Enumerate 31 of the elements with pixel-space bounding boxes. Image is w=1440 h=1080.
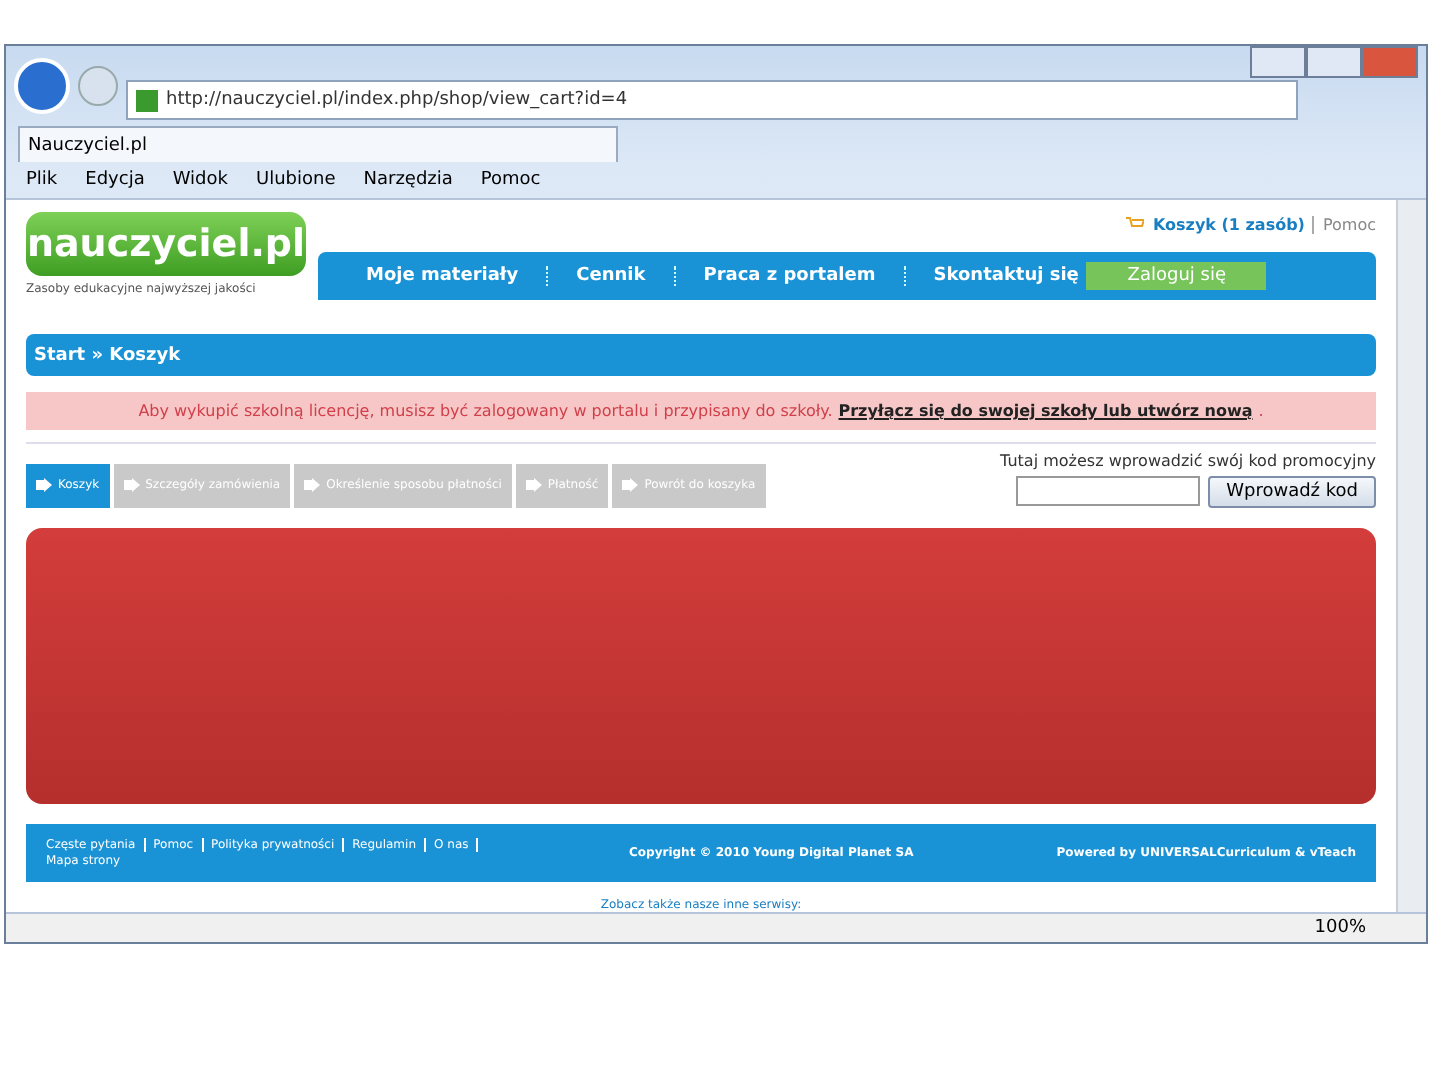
nav-link[interactable]: Skontaktuj się (905, 266, 1087, 286)
login-button[interactable]: Zaloguj się (1086, 262, 1267, 290)
arrow-icon (622, 478, 639, 493)
promo-label: Tutaj możesz wprowadzić swój kod promocyjny (1000, 451, 1376, 470)
menu-item[interactable]: Plik (26, 170, 58, 190)
arrow-icon (123, 478, 140, 493)
scrollbar[interactable] (1396, 200, 1426, 912)
browser-tab[interactable]: Nauczyciel.pl (18, 126, 618, 162)
menu-item[interactable]: Widok (172, 170, 228, 190)
menu-item[interactable]: Pomoc (480, 170, 541, 190)
site-icon (136, 89, 158, 111)
arrow-icon (36, 478, 52, 493)
nav-link[interactable]: Cennik (548, 266, 676, 286)
cart-link[interactable]: Koszyk (1 zasób) (1152, 215, 1305, 233)
menu-item[interactable]: Narzędzia (363, 170, 453, 190)
breadcrumb: Start » Koszyk (26, 334, 1376, 377)
promo-code-field[interactable] (1016, 475, 1201, 506)
site-logo[interactable]: nauczyciel.pl (26, 212, 306, 276)
cart-icon (1126, 216, 1145, 232)
join-school-link[interactable]: Przyłącz się do swojej szkoły lub utwórz nową (838, 402, 1253, 421)
menu-item[interactable]: Edycja (85, 170, 145, 190)
arrow-icon (525, 478, 542, 493)
menu-item[interactable]: Ulubione (255, 170, 336, 190)
alert-message: Aby wykupić szkolną licencję, musisz być zalogowany w portalu i przypisany do szkoły. Przyłącz się do swojej szkoły lub utwórz nową . (26, 392, 1376, 430)
nav-link[interactable]: Praca z portalem (675, 266, 906, 286)
apply-code-button[interactable]: Wprowadź kod (1208, 475, 1376, 508)
arrow-icon (304, 478, 321, 493)
nav-link[interactable]: Moje materiały (338, 266, 549, 286)
zoom-level[interactable]: 100% (1314, 918, 1366, 938)
address-bar[interactable]: http://nauczyciel.pl/index.php/shop/view_cart?id=4 (126, 80, 1298, 120)
help-link[interactable]: Pomoc (1312, 215, 1376, 233)
